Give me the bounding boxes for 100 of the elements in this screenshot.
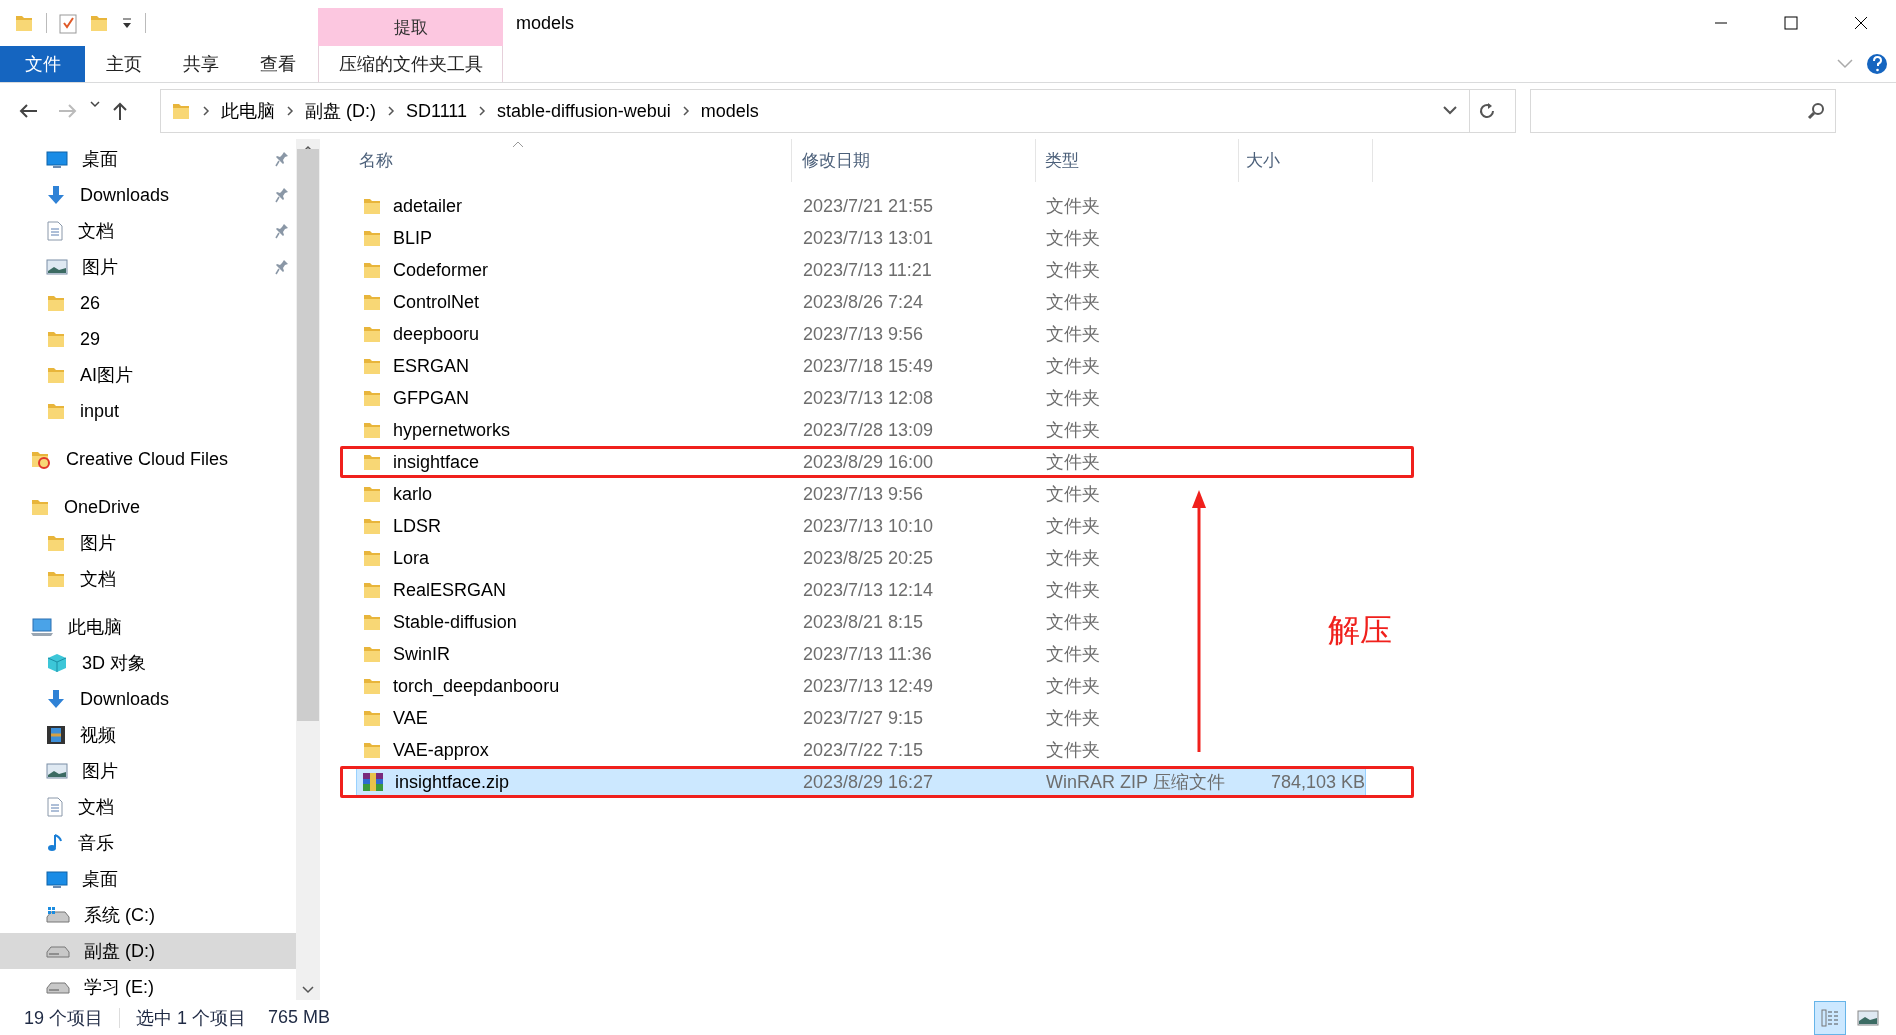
scrollbar-thumb[interactable] bbox=[297, 148, 319, 721]
file-row[interactable]: deepbooru 2023/7/13 9:56 文件夹 bbox=[356, 318, 1239, 350]
file-row[interactable]: Lora 2023/8/25 20:25 文件夹 bbox=[356, 542, 1239, 574]
navigation-item[interactable]: AI图片 bbox=[0, 357, 296, 393]
scrollbar[interactable] bbox=[296, 139, 320, 1000]
folder-icon bbox=[46, 329, 66, 349]
file-name: deepbooru bbox=[393, 323, 480, 345]
file-type: 文件夹 bbox=[1046, 643, 1100, 666]
navigation-item[interactable]: 文档 bbox=[0, 789, 296, 825]
file-row[interactable]: torch_deepdanbooru 2023/7/13 12:49 文件夹 bbox=[356, 670, 1239, 702]
modified-date: 2023/8/29 16:00 bbox=[803, 451, 934, 473]
file-row[interactable]: karlo 2023/7/13 9:56 文件夹 bbox=[356, 478, 1239, 510]
chevron-down-icon[interactable] bbox=[1443, 106, 1457, 116]
modified-date: 2023/8/26 7:24 bbox=[803, 291, 924, 313]
file-name: karlo bbox=[393, 483, 432, 505]
file-row[interactable]: VAE-approx 2023/7/22 7:15 文件夹 bbox=[356, 734, 1239, 766]
file-type: 文件夹 bbox=[1046, 451, 1100, 474]
drive-icon bbox=[46, 979, 70, 995]
file-row[interactable]: BLIP 2023/7/13 13:01 文件夹 bbox=[356, 222, 1239, 254]
navigation-item[interactable]: 桌面 bbox=[0, 861, 296, 897]
navigation-item[interactable]: 此电脑 bbox=[0, 609, 296, 645]
navigation-item[interactable]: 系统 (C:) bbox=[0, 897, 296, 933]
dropdown-icon[interactable] bbox=[121, 16, 133, 30]
pin-icon bbox=[275, 151, 289, 167]
checklist-icon[interactable] bbox=[59, 12, 77, 34]
breadcrumb-item[interactable]: models bbox=[700, 100, 759, 122]
folder-icon bbox=[362, 644, 382, 664]
address-bar[interactable]: 此电脑 副盘 (D:) SD1111 stable-diffusion-webui models bbox=[160, 89, 1516, 133]
navigation-item[interactable]: 图片 bbox=[0, 249, 296, 285]
file-row[interactable]: VAE 2023/7/27 9:15 文件夹 bbox=[356, 702, 1239, 734]
file-row[interactable]: SwinIR 2023/7/13 11:36 文件夹 bbox=[356, 638, 1239, 670]
refresh-icon bbox=[1477, 102, 1496, 120]
modified-date: 2023/8/25 20:25 bbox=[803, 547, 934, 569]
document-icon bbox=[46, 221, 64, 241]
modified-date: 2023/7/22 7:15 bbox=[803, 739, 924, 761]
navigation-item[interactable]: 桌面 bbox=[0, 141, 296, 177]
modified-date: 2023/7/28 13:09 bbox=[803, 419, 934, 441]
picture-icon bbox=[46, 258, 68, 276]
monitor-icon bbox=[46, 149, 68, 169]
folder-icon bbox=[362, 292, 382, 312]
file-row[interactable]: ControlNet 2023/8/26 7:24 文件夹 bbox=[356, 286, 1239, 318]
navigation-item[interactable]: Creative Cloud Files bbox=[0, 441, 296, 477]
breadcrumb-item[interactable]: 副盘 (D:) bbox=[305, 99, 376, 123]
film-icon bbox=[46, 725, 66, 745]
breadcrumb-item[interactable]: SD1111 bbox=[406, 100, 468, 122]
breadcrumb-item[interactable]: stable-diffusion-webui bbox=[497, 100, 671, 122]
file-row[interactable]: ESRGAN 2023/7/18 15:49 文件夹 bbox=[356, 350, 1239, 382]
navigation-item[interactable]: Downloads bbox=[0, 177, 296, 213]
navigation-item[interactable]: 29 bbox=[0, 321, 296, 357]
file-row[interactable]: insightface 2023/8/29 16:00 文件夹 bbox=[356, 446, 1239, 478]
navigation-item[interactable]: 文档 bbox=[0, 213, 296, 249]
pin-icon bbox=[275, 259, 289, 275]
navigation-item[interactable]: Downloads bbox=[0, 681, 296, 717]
navigation-item[interactable]: 图片 bbox=[0, 525, 296, 561]
back-arrow-icon[interactable] bbox=[18, 103, 38, 119]
navigation-item[interactable]: 学习 (E:) bbox=[0, 969, 296, 1000]
file-type: 文件夹 bbox=[1046, 483, 1100, 506]
modified-date: 2023/7/13 13:01 bbox=[803, 227, 934, 249]
folder-icon bbox=[362, 388, 382, 408]
file-row[interactable]: Codeformer 2023/7/13 11:21 文件夹 bbox=[356, 254, 1239, 286]
file-tab[interactable]: 文件 bbox=[0, 46, 85, 82]
file-row[interactable]: RealESRGAN 2023/7/13 12:14 文件夹 bbox=[356, 574, 1239, 606]
folder-icon bbox=[362, 420, 382, 440]
navigation-item[interactable]: 图片 bbox=[0, 753, 296, 789]
file-name: Lora bbox=[393, 547, 430, 569]
selection-size: 765 MB bbox=[268, 1007, 331, 1028]
file-name: RealESRGAN bbox=[393, 579, 507, 601]
ribbon-tab[interactable]: 查看 bbox=[239, 46, 316, 82]
pin-icon bbox=[275, 223, 289, 239]
column-header[interactable]: 名称 bbox=[342, 139, 792, 182]
ribbon-tab[interactable]: 主页 bbox=[85, 46, 162, 82]
file-row[interactable]: hypernetworks 2023/7/28 13:09 文件夹 bbox=[356, 414, 1239, 446]
search-field[interactable] bbox=[1530, 89, 1836, 133]
file-row[interactable]: GFPGAN 2023/7/13 12:08 文件夹 bbox=[356, 382, 1239, 414]
column-header[interactable]: 修改日期 bbox=[792, 139, 1036, 182]
navigation-item[interactable]: 视频 bbox=[0, 717, 296, 753]
chevron-down-icon[interactable] bbox=[90, 101, 100, 109]
file-row[interactable]: LDSR 2023/7/13 10:10 文件夹 bbox=[356, 510, 1239, 542]
chevron-right-icon bbox=[286, 105, 294, 117]
folder-icon bbox=[89, 13, 109, 33]
help-icon[interactable] bbox=[1866, 53, 1888, 75]
column-header[interactable]: 类型 bbox=[1036, 139, 1239, 182]
modified-date: 2023/7/13 10:10 bbox=[803, 515, 934, 537]
file-row[interactable]: Stable-diffusion 2023/8/21 8:15 文件夹 bbox=[356, 606, 1239, 638]
file-type: 文件夹 bbox=[1046, 227, 1100, 250]
navigation-item[interactable]: 26 bbox=[0, 285, 296, 321]
navigation-item[interactable]: OneDrive bbox=[0, 489, 296, 525]
modified-date: 2023/7/13 12:49 bbox=[803, 675, 934, 697]
navigation-item[interactable]: 文档 bbox=[0, 561, 296, 597]
navigation-item[interactable]: 音乐 bbox=[0, 825, 296, 861]
modified-date: 2023/7/13 11:21 bbox=[803, 259, 932, 281]
ribbon-tab[interactable]: 共享 bbox=[162, 46, 239, 82]
file-row[interactable]: adetailer 2023/7/21 21:55 文件夹 bbox=[356, 190, 1239, 222]
breadcrumb-item[interactable]: 此电脑 bbox=[221, 99, 275, 123]
column-header[interactable]: 大小 bbox=[1239, 139, 1373, 182]
navigation-item[interactable]: 3D 对象 bbox=[0, 645, 296, 681]
navigation-item[interactable]: input bbox=[0, 393, 296, 429]
up-arrow-icon[interactable] bbox=[112, 101, 128, 121]
navigation-item[interactable]: 副盘 (D:) bbox=[0, 933, 296, 969]
file-name: SwinIR bbox=[393, 643, 450, 665]
